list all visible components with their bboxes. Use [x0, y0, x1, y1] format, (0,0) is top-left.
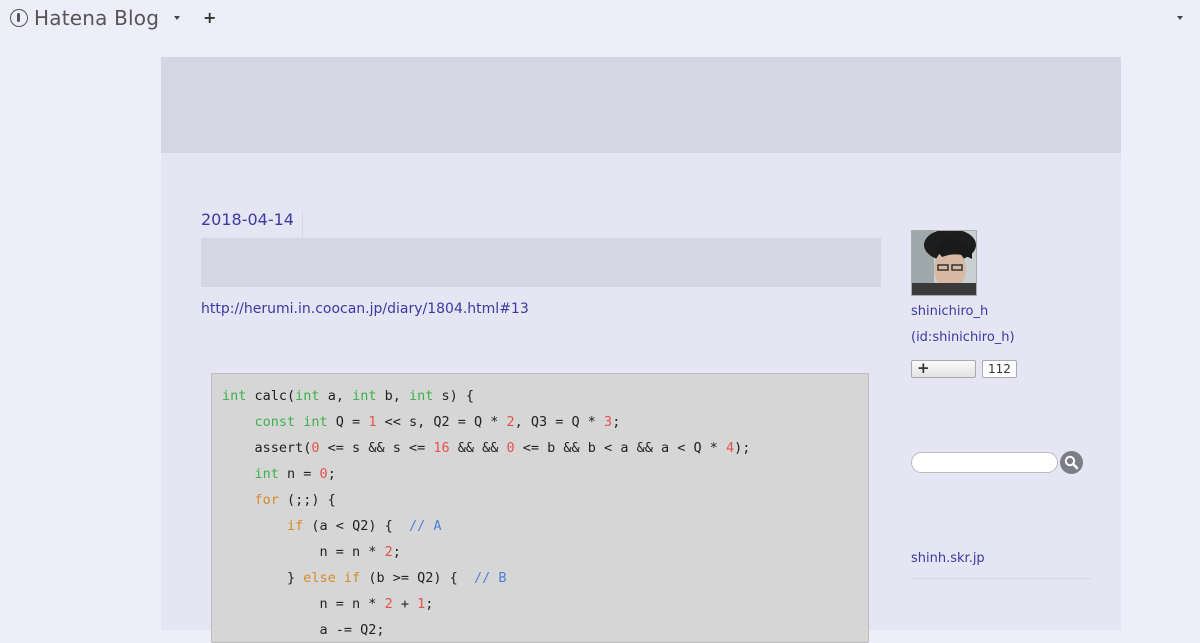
- code-token: , Q3 = Q *: [514, 414, 605, 430]
- code-token: // B: [473, 570, 507, 586]
- code-token: 1: [417, 596, 426, 612]
- code-token: << s, Q2 = Q *: [376, 414, 507, 430]
- search-icon: [1064, 455, 1079, 470]
- global-header: Hatena Blog +: [0, 0, 1200, 38]
- code-token: 16: [433, 440, 450, 456]
- profile-name[interactable]: shinichiro_h: [911, 304, 988, 319]
- code-token: ;: [392, 544, 401, 560]
- code-token: }: [222, 570, 304, 586]
- code-token: 0: [506, 440, 515, 456]
- follower-count: 112: [982, 360, 1017, 378]
- code-line: assert(0 <= s && s <= 16 && && 0 <= b &&…: [222, 435, 858, 461]
- code-token: (a < Q2) {: [303, 518, 409, 534]
- code-token: n = n *: [222, 544, 385, 560]
- avatar-image: [912, 231, 976, 295]
- code-line: a -= Q2;: [222, 617, 858, 642]
- code-token: Q =: [327, 414, 369, 430]
- code-token: for: [254, 492, 279, 508]
- code-token: 0: [319, 466, 328, 482]
- code-line: int n = 0;: [222, 461, 858, 487]
- code-token: ;: [425, 596, 434, 612]
- code-token: (b >= Q2) {: [360, 570, 474, 586]
- code-token: <= b && b < a && a < Q *: [514, 440, 726, 456]
- code-token: +: [392, 596, 418, 612]
- code-token: n = n *: [222, 596, 385, 612]
- code-line: } else if (b >= Q2) { // B: [222, 565, 858, 591]
- code-line: n = n * 2;: [222, 539, 858, 565]
- code-token: );: [734, 440, 751, 456]
- code-token: calc(: [246, 388, 296, 404]
- code-token: const int: [254, 414, 328, 430]
- code-token: 2: [384, 596, 393, 612]
- code-token: int: [254, 466, 279, 482]
- new-post-plus-icon[interactable]: +: [203, 10, 216, 26]
- profile-id[interactable]: (id:shinichiro_h): [911, 330, 1015, 345]
- code-line: if (a < Q2) { // A: [222, 513, 858, 539]
- blog-menu-chevron-down-icon[interactable]: [174, 16, 180, 20]
- entry-link[interactable]: http://herumi.in.coocan.jp/diary/1804.ht…: [201, 301, 529, 317]
- code-token: // A: [408, 518, 442, 534]
- blog-header: [161, 57, 1121, 153]
- search-button[interactable]: [1060, 451, 1083, 474]
- search-input[interactable]: [911, 452, 1058, 473]
- code-token: b,: [376, 388, 409, 404]
- sidebar-divider: [911, 578, 1091, 579]
- code-line: n = n * 2 + 1;: [222, 591, 858, 617]
- code-token: 0: [311, 440, 320, 456]
- code-token: ;: [327, 466, 336, 482]
- code-token: 2: [384, 544, 393, 560]
- code-token: <= s && s <=: [319, 440, 434, 456]
- hatena-logo-icon: [10, 9, 28, 27]
- hatena-blog-logo[interactable]: Hatena Blog: [10, 6, 159, 30]
- code-token: ;: [612, 414, 621, 430]
- code-token: int: [222, 388, 247, 404]
- entry-title[interactable]: [201, 238, 881, 287]
- code-line: const int Q = 1 << s, Q2 = Q * 2, Q3 = Q…: [222, 409, 858, 435]
- entry-date[interactable]: 2018-04-14: [201, 210, 303, 238]
- code-line: int calc(int a, int b, int s) {: [222, 383, 858, 409]
- code-block: int calc(int a, int b, int s) { const in…: [211, 373, 869, 643]
- code-token: a,: [319, 388, 353, 404]
- code-token: else if: [303, 570, 361, 586]
- code-token: if: [287, 518, 304, 534]
- code-token: 2: [506, 414, 515, 430]
- code-token: int: [352, 388, 377, 404]
- user-menu-chevron-down-icon[interactable]: [1177, 16, 1183, 20]
- code-token: a -= Q2;: [222, 622, 385, 638]
- plus-icon: +: [917, 359, 930, 377]
- profile-avatar[interactable]: [911, 230, 977, 296]
- sidebar-link[interactable]: shinh.skr.jp: [911, 551, 985, 566]
- follow-button[interactable]: +: [911, 359, 976, 378]
- code-line: for (;;) {: [222, 487, 858, 513]
- code-token: int: [408, 388, 434, 404]
- code-token: && &&: [449, 440, 507, 456]
- code-token: (;;) {: [278, 492, 336, 508]
- code-token: int: [295, 388, 320, 404]
- code-token: 3: [604, 414, 613, 430]
- code-token: assert(: [222, 440, 312, 456]
- brand-name: Hatena Blog: [34, 6, 160, 30]
- code-token: n =: [278, 466, 320, 482]
- code-token: s) {: [433, 388, 475, 404]
- code-token: 4: [725, 440, 735, 456]
